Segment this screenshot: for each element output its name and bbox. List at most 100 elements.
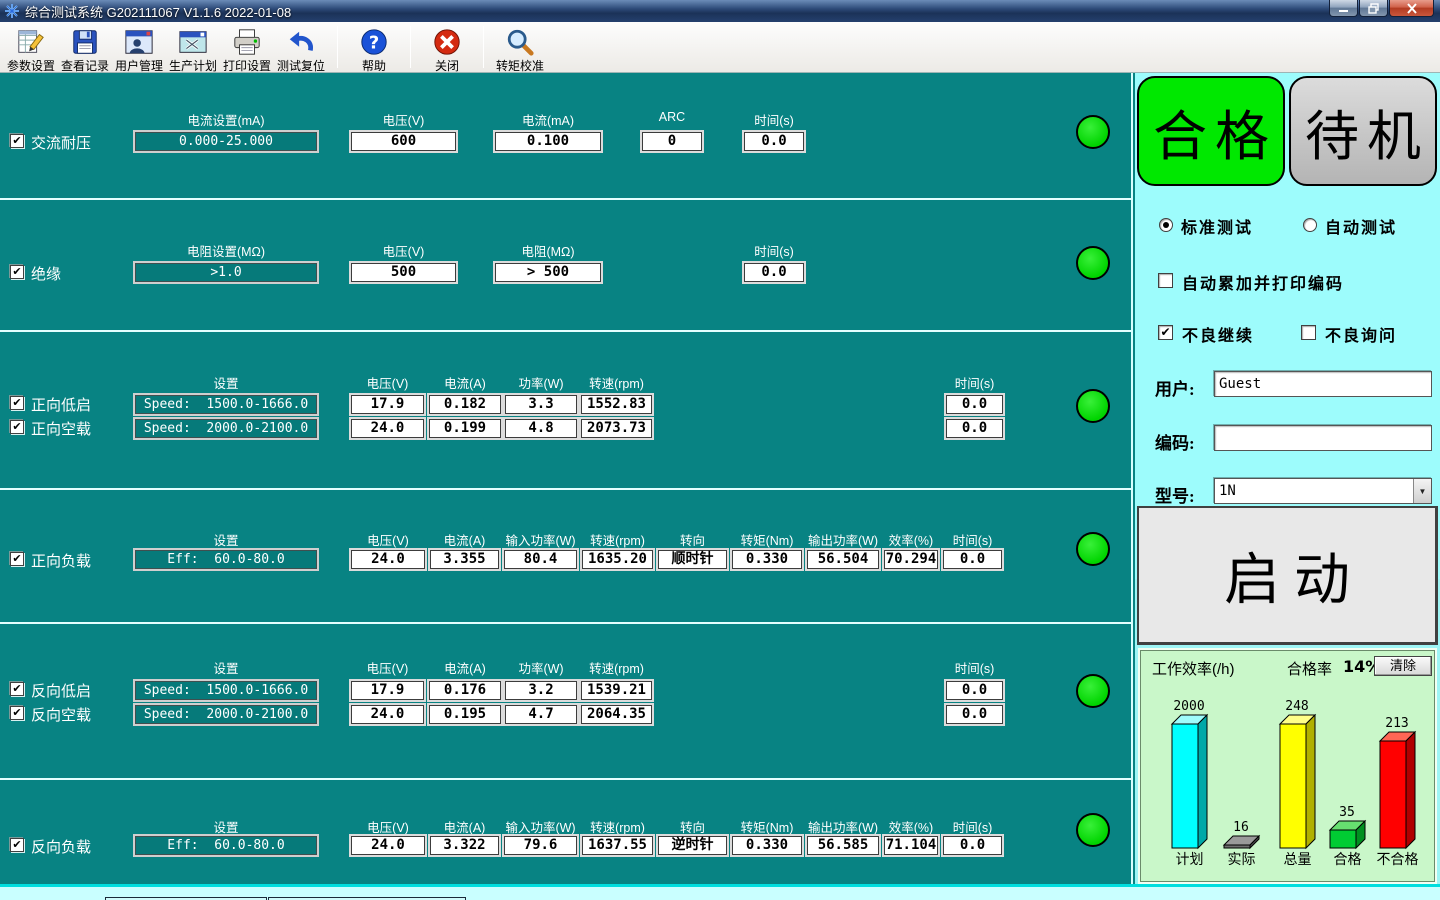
column-header: 电压(V) <box>344 110 464 129</box>
bar-category-label: 实际 <box>1228 851 1256 867</box>
bar-value-label: 248 <box>1285 699 1308 714</box>
column-header: 时间(s) <box>714 241 834 260</box>
bar-side-face <box>1406 732 1415 848</box>
value-box: 56.585 <box>805 834 881 857</box>
toolbar-button-magnifier[interactable]: 转矩校准 <box>493 24 547 71</box>
setting-header: 电流设置(mA) <box>146 110 306 129</box>
status-indicator-lamp <box>1076 674 1110 708</box>
test-section-0: ✔交流耐压电流设置(mA)0.000-25.000电压(V)600电流(mA)0… <box>0 75 1131 200</box>
status-indicator-lamp <box>1076 389 1110 423</box>
test-section-4: ✔反向低启✔反向空载设置Speed: 1500.0-1666.0Speed: 2… <box>0 625 1131 780</box>
efficiency-chart-panel: 工作效率(/h) 合格率 14% 清除 2000计划16实际248总量35合格2… <box>1138 648 1437 884</box>
column-header: 转速(rpm) <box>557 373 677 392</box>
user-input[interactable] <box>1214 371 1432 397</box>
toolbar-button-close-circle[interactable]: 关闭 <box>420 24 474 71</box>
checkbox-defect-continue[interactable]: ✔ <box>1158 325 1173 340</box>
bar-value-label: 35 <box>1339 805 1355 820</box>
code-input[interactable] <box>1214 425 1432 451</box>
restore-button[interactable] <box>1359 0 1388 17</box>
bar-category-label: 计划 <box>1176 851 1204 867</box>
plan-window-icon <box>178 27 208 57</box>
undo-arrow-icon <box>286 27 316 57</box>
value-box: 24.0 <box>349 703 426 726</box>
checkbox-auto-print-code[interactable] <box>1158 273 1173 288</box>
value-box: 24.0 <box>349 548 427 571</box>
column-header: 时间(s) <box>915 373 1035 392</box>
test-section-1: ✔绝缘电阻设置(MΩ)>1.0电压(V)500电阻(MΩ)> 500时间(s)0… <box>0 201 1131 332</box>
svg-text:?: ? <box>369 32 379 53</box>
setting-value-box: 0.000-25.000 <box>133 130 319 153</box>
value-box: 1552.83 <box>579 393 654 416</box>
value-box: 24.0 <box>349 417 426 440</box>
value-box: 顺时针 <box>656 548 729 571</box>
radio-auto-test-label: 自动测试 <box>1325 214 1397 238</box>
row-checkbox[interactable]: ✔ <box>10 134 24 148</box>
minimize-button[interactable] <box>1329 0 1358 17</box>
radio-standard-test-label: 标准测试 <box>1181 214 1253 238</box>
toolbar-button-label: 参数设置 <box>7 57 55 74</box>
value-box: 17.9 <box>349 679 426 702</box>
checkbox-defect-ask[interactable] <box>1301 325 1316 340</box>
toolbar-button-user-window[interactable]: 用户管理 <box>112 24 166 71</box>
value-box: 80.4 <box>502 548 579 571</box>
row-label: 反向空载 <box>31 704 91 725</box>
toolbar-separator <box>483 26 484 68</box>
value-box: 1637.55 <box>580 834 655 857</box>
value-box: 600 <box>349 130 458 153</box>
toolbar-button-label: 打印设置 <box>223 57 271 74</box>
standby-status-button[interactable]: 待机 <box>1289 76 1437 186</box>
help-icon: ? <box>359 27 389 57</box>
column-header: 电流(mA) <box>488 110 608 129</box>
toolbar-separator <box>410 26 411 68</box>
row-checkbox[interactable]: ✔ <box>10 420 24 434</box>
value-box: 0.0 <box>944 393 1005 416</box>
bar-4 <box>1380 741 1406 848</box>
toolbar-button-undo-arrow[interactable]: 测试复位 <box>274 24 328 71</box>
toolbar-separator <box>337 26 338 68</box>
value-box: 0.199 <box>427 417 503 440</box>
toolbar-button-help[interactable]: ? 帮助 <box>347 24 401 71</box>
result-status-button[interactable]: 合格 <box>1137 76 1285 186</box>
bar-3 <box>1330 830 1356 848</box>
checkbox-auto-print-code-label: 自动累加并打印编码 <box>1182 270 1344 294</box>
value-box: 4.7 <box>503 703 579 726</box>
toolbar-button-printer[interactable]: 打印设置 <box>220 24 274 71</box>
bar-side-face <box>1306 715 1315 848</box>
model-combobox[interactable]: 1N ▼ <box>1214 478 1432 504</box>
toolbar-button-form-settings[interactable]: 参数设置 <box>4 24 58 71</box>
radio-standard-test[interactable] <box>1159 218 1173 232</box>
column-header: 时间(s) <box>913 530 1033 549</box>
setting-value-box: Speed: 1500.0-1666.0 <box>133 393 319 416</box>
toolbar-button-label: 关闭 <box>435 57 459 74</box>
row-checkbox[interactable]: ✔ <box>10 552 24 566</box>
toolbar-button-plan-window[interactable]: 生产计划 <box>166 24 220 71</box>
setting-header: 设置 <box>146 530 306 549</box>
row-checkbox[interactable]: ✔ <box>10 706 24 720</box>
value-box: 71.104 <box>882 834 940 857</box>
toolbar-button-label: 用户管理 <box>115 57 163 74</box>
value-box: 0.0 <box>944 417 1005 440</box>
value-box: 4.8 <box>503 417 579 440</box>
toolbar-button-floppy[interactable]: 查看记录 <box>58 24 112 71</box>
bar-0 <box>1172 724 1198 848</box>
toolbar-button-label: 帮助 <box>362 57 386 74</box>
close-button[interactable] <box>1389 0 1434 17</box>
row-checkbox[interactable]: ✔ <box>10 682 24 696</box>
app-window: 综合测试系统 G202111067 V1.1.6 2022-01-08 参数设置… <box>0 0 1440 900</box>
chevron-down-icon[interactable]: ▼ <box>1413 479 1431 503</box>
radio-auto-test[interactable] <box>1303 218 1317 232</box>
bar-category-label: 总量 <box>1284 851 1312 867</box>
setting-header: 电阻设置(MΩ) <box>146 241 306 260</box>
row-checkbox[interactable]: ✔ <box>10 838 24 852</box>
row-label: 正向负载 <box>31 550 91 571</box>
setting-value-box: >1.0 <box>133 261 319 284</box>
row-checkbox[interactable]: ✔ <box>10 396 24 410</box>
row-checkbox[interactable]: ✔ <box>10 265 24 279</box>
value-box: 0.0 <box>944 703 1005 726</box>
bar-value-label: 213 <box>1385 716 1408 731</box>
start-button[interactable]: 启动 <box>1137 506 1438 645</box>
value-box: 0.0 <box>941 834 1004 857</box>
value-box: 2073.73 <box>579 417 654 440</box>
close-icon <box>1406 3 1418 14</box>
clear-button[interactable]: 清除 <box>1374 656 1432 676</box>
